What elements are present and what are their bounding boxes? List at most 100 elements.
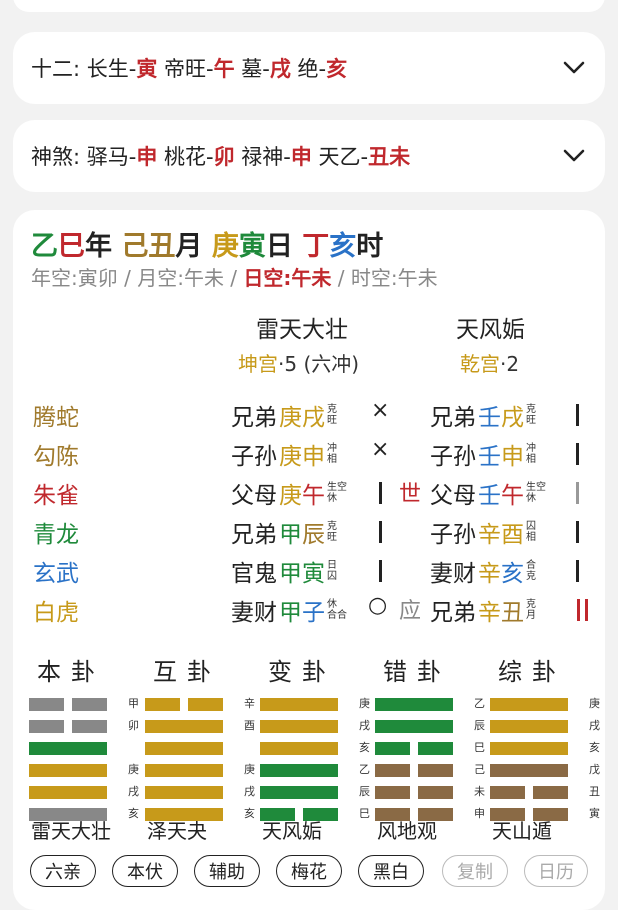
row-segment: 天乙- [311,145,369,169]
row-segment: 卯 [213,145,235,169]
line-branch-label: 戌 [128,785,139,798]
chevron-down-icon[interactable] [561,55,587,81]
hexagram-line: 乙 [375,697,485,711]
shensha-row[interactable]: 神煞: 驿马-申 桃花-卯 禄神-申 天乙-丑未 [13,120,605,192]
hexagram-line: 丑 [490,785,600,799]
moving-circle-mark: ○ [368,593,388,618]
six-god-label: 玄武 [33,561,79,587]
hexagram-line: 庚 [29,763,139,777]
yin-double-bar [577,599,580,621]
state-label: 冲相 [526,443,536,465]
yang-bar [576,560,579,582]
hexagram-line: 庚 [260,697,370,711]
yang-bar [379,482,382,504]
line-branch-label: 未 [474,785,485,798]
hexagram-line: 庚 [490,697,600,711]
hexagram-line: 亥 [490,741,600,755]
yang-bar [576,443,579,465]
shier-row[interactable]: 十二: 长生-寅 帝旺-午 墓-戌 绝-亥 [13,32,605,104]
line-branch-label: 乙 [474,697,485,710]
hexagram-line: 戌 [490,719,600,733]
row-segment: 亥 [326,57,348,81]
state-bottom: 休 [327,493,337,504]
change-gua-name: 天风姤 [456,317,525,343]
hexagram: 甲卯庚戌亥 [29,697,139,830]
toolbar-button-2[interactable]: 本伏 [112,855,178,887]
stem-label: 甲 [279,600,302,626]
date-char: 丑 [148,231,176,262]
toolbar-button-5[interactable]: 黑白 [358,855,424,887]
change-line: 妻财辛亥合克 [430,554,536,588]
row-segment: 绝- [290,57,327,81]
state-bottom: 旺 [526,415,536,426]
state-label: 克旺 [327,521,337,543]
toolbar-button-4[interactable]: 梅花 [276,855,342,887]
yang-segment [490,742,568,755]
state-top: 生空 [327,482,347,493]
date-char: 己 [121,231,149,262]
relation-label: 妻财 [430,561,476,587]
yin-segment [375,764,410,777]
hexagram-line: 卯 [29,719,139,733]
branch-label: 辰 [302,522,325,548]
yang-segment [29,742,107,755]
state-bottom: 相 [526,454,536,465]
yin-segment [188,698,223,711]
main-line: 官鬼甲寅日囚 [231,554,337,588]
state-top: 日 [327,560,337,571]
line-branch-label: 申 [474,807,485,820]
yang-segment [490,720,568,733]
main-card: 乙巳年 己丑月 庚寅日 丁亥时 年空:寅卯 / 月空:午未 / 日空:午未 / … [13,210,605,910]
branch-label: 午 [302,483,325,509]
line-branch-label: 甲 [128,697,139,710]
row-segment: 墓- [234,57,270,81]
toolbar-button-1[interactable]: 六亲 [30,855,96,887]
stem-label: 庚 [279,483,302,509]
stem-label: 辛 [478,600,501,626]
state-bottom: 休 [526,493,536,504]
relation-label: 兄弟 [231,522,277,548]
state-bottom: 旺 [327,415,337,426]
main-line: 兄弟庚戌克旺 [231,398,337,432]
six-god-label: 白虎 [33,600,79,626]
hexagram: 辛酉庚戌亥 [145,697,255,830]
main-line: 兄弟甲辰克旺 [231,515,337,549]
state-label: 生空休 [526,482,546,504]
yin-segment [375,742,410,755]
chevron-down-icon[interactable] [561,143,587,169]
stem-label: 辛 [478,522,501,548]
state-label: 克月 [526,599,536,621]
yang-segment [145,786,223,799]
yang-segment [375,720,453,733]
yin-segment [29,720,64,733]
hexagram-name: 天山遁 [492,819,552,843]
six-god-label: 勾陈 [33,444,79,470]
row-segment: 申 [290,145,312,169]
hexagram-line: 辰 [260,785,370,799]
date-char: 乙 [31,231,58,262]
line-branch-label: 辰 [474,719,485,732]
six-god-label: 腾蛇 [33,405,79,431]
branch-label: 亥 [501,561,524,587]
yang-segment [145,720,223,733]
relation-label: 父母 [231,483,277,509]
hexagram-line: 戌 [145,785,255,799]
state-bottom: 克 [526,571,536,582]
stem-label: 庚 [279,405,302,431]
state-top: 克 [526,404,536,415]
hexagram-name: 风地观 [377,819,437,843]
line-branch-label: 亥 [244,807,255,820]
yang-bar [576,404,579,426]
toolbar-button-3[interactable]: 辅助 [194,855,260,887]
line-branch-label: 亥 [359,741,370,754]
toolbar-button-6[interactable]: 复制 [442,855,508,887]
hexagram-line [29,742,139,755]
relation-label: 父母 [430,483,476,509]
date-char: 寅 [238,231,266,262]
main-gua-name: 雷天大壮 [256,317,348,343]
yang-bar [379,560,382,582]
yang-segment [490,764,568,777]
moving-cross-mark: × [371,398,390,423]
toolbar-button-7[interactable]: 日历 [524,855,588,887]
stem-label: 庚 [279,444,302,470]
